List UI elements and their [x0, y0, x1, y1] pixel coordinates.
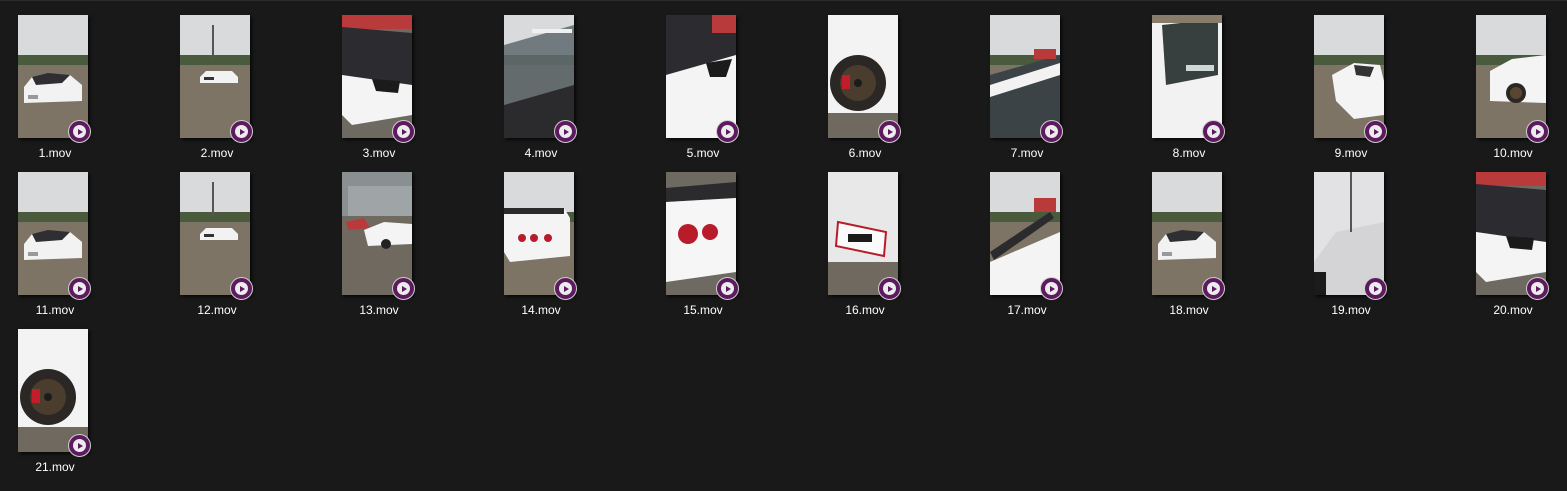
- file-item[interactable]: 20.mov: [1458, 157, 1567, 317]
- file-item[interactable]: 3.mov: [324, 0, 434, 160]
- play-triangle: [1211, 128, 1217, 135]
- play-icon: [1202, 120, 1225, 143]
- play-icon-inner: [559, 125, 572, 138]
- play-triangle: [1535, 285, 1541, 292]
- play-icon: [554, 120, 577, 143]
- play-triangle: [563, 285, 569, 292]
- play-triangle: [887, 128, 893, 135]
- play-icon-inner: [235, 125, 248, 138]
- file-item[interactable]: 6.mov: [810, 0, 920, 160]
- play-triangle: [77, 128, 83, 135]
- file-name: 13.mov: [359, 303, 399, 317]
- file-item[interactable]: 16.mov: [810, 157, 920, 317]
- file-item[interactable]: 13.mov: [324, 157, 434, 317]
- play-icon-inner: [883, 125, 896, 138]
- play-icon: [1526, 277, 1549, 300]
- file-item[interactable]: 7.mov: [972, 0, 1082, 160]
- file-item[interactable]: 19.mov: [1296, 157, 1406, 317]
- play-icon: [68, 277, 91, 300]
- file-name: 17.mov: [1007, 303, 1047, 317]
- play-triangle: [1211, 285, 1217, 292]
- file-item[interactable]: 12.mov: [162, 157, 272, 317]
- play-triangle: [239, 285, 245, 292]
- play-icon-inner: [1369, 282, 1382, 295]
- play-icon-inner: [397, 125, 410, 138]
- play-icon-inner: [1531, 282, 1544, 295]
- file-name: 20.mov: [1493, 303, 1533, 317]
- play-triangle: [1373, 128, 1379, 135]
- play-icon-inner: [73, 282, 86, 295]
- file-name: 21.mov: [35, 460, 75, 474]
- play-icon-inner: [1531, 125, 1544, 138]
- file-item[interactable]: 9.mov: [1296, 0, 1406, 160]
- file-item[interactable]: 5.mov: [648, 0, 758, 160]
- file-item[interactable]: 15.mov: [648, 157, 758, 317]
- file-item[interactable]: 18.mov: [1134, 157, 1244, 317]
- play-icon: [68, 120, 91, 143]
- file-name: 19.mov: [1331, 303, 1371, 317]
- play-icon-inner: [73, 125, 86, 138]
- play-icon: [1040, 120, 1063, 143]
- play-triangle: [239, 128, 245, 135]
- play-icon: [716, 120, 739, 143]
- play-triangle: [1049, 128, 1055, 135]
- file-name: 15.mov: [683, 303, 723, 317]
- play-icon: [1364, 120, 1387, 143]
- play-icon-inner: [1207, 125, 1220, 138]
- file-item[interactable]: 10.mov: [1458, 0, 1567, 160]
- play-icon-inner: [1045, 125, 1058, 138]
- file-name: 12.mov: [197, 303, 237, 317]
- play-icon-inner: [1045, 282, 1058, 295]
- file-item[interactable]: 1.mov: [0, 0, 110, 160]
- play-icon: [1364, 277, 1387, 300]
- file-item[interactable]: 14.mov: [486, 157, 596, 317]
- play-icon: [716, 277, 739, 300]
- play-triangle: [887, 285, 893, 292]
- play-icon: [1040, 277, 1063, 300]
- play-icon: [878, 120, 901, 143]
- play-triangle: [401, 285, 407, 292]
- play-icon-inner: [883, 282, 896, 295]
- play-triangle: [725, 285, 731, 292]
- file-item[interactable]: 11.mov: [0, 157, 110, 317]
- play-icon: [68, 434, 91, 457]
- play-icon-inner: [235, 282, 248, 295]
- file-item[interactable]: 17.mov: [972, 157, 1082, 317]
- play-triangle: [77, 285, 83, 292]
- play-triangle: [401, 128, 407, 135]
- play-icon: [230, 120, 253, 143]
- play-icon-inner: [1369, 125, 1382, 138]
- play-icon-inner: [721, 125, 734, 138]
- play-icon: [230, 277, 253, 300]
- file-name: 18.mov: [1169, 303, 1209, 317]
- play-icon-inner: [721, 282, 734, 295]
- play-icon-inner: [73, 439, 86, 452]
- play-triangle: [563, 128, 569, 135]
- play-triangle: [1049, 285, 1055, 292]
- file-item[interactable]: 21.mov: [0, 314, 110, 474]
- play-triangle: [725, 128, 731, 135]
- play-icon-inner: [559, 282, 572, 295]
- file-name: 14.mov: [521, 303, 561, 317]
- play-icon-inner: [397, 282, 410, 295]
- play-icon: [1526, 120, 1549, 143]
- file-item[interactable]: 8.mov: [1134, 0, 1244, 160]
- play-icon: [554, 277, 577, 300]
- play-icon: [1202, 277, 1225, 300]
- play-triangle: [1535, 128, 1541, 135]
- file-name: 16.mov: [845, 303, 885, 317]
- play-icon: [392, 120, 415, 143]
- play-icon: [392, 277, 415, 300]
- file-grid: 1.mov 2.mov 3.mov 4.mov 5.mov 6.mov 7.mov 8.mov…: [0, 0, 1567, 491]
- file-item[interactable]: 4.mov: [486, 0, 596, 160]
- play-icon-inner: [1207, 282, 1220, 295]
- play-triangle: [77, 442, 83, 449]
- play-triangle: [1373, 285, 1379, 292]
- file-item[interactable]: 2.mov: [162, 0, 272, 160]
- play-icon: [878, 277, 901, 300]
